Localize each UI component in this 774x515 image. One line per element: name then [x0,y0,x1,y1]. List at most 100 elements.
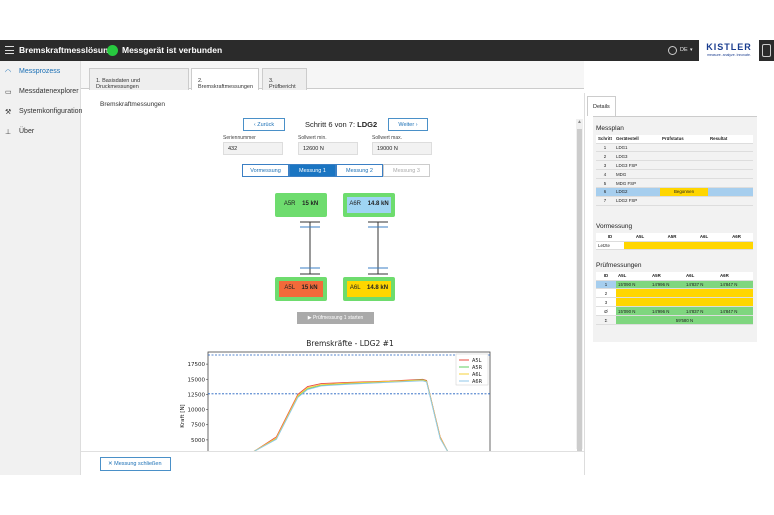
messplan-title: Messplan [596,125,624,132]
wrench-icon: ⚒ [5,109,12,116]
y-tick-label: 7500 [191,423,205,429]
legend-label: A5R [472,365,483,371]
field-label-seriennummer: Seriennummer [223,135,256,141]
step-indicator: Schritt 6 von 7: LDG2 [305,120,378,129]
col-schritt: Schritt [596,135,614,144]
section-title: Bremskraftmessungen [100,101,166,108]
connection-status-icon [107,45,118,56]
chart-title: Bremskräfte - LDG2 #1 [306,339,394,348]
legend-label: A5L [472,358,482,364]
table-row[interactable]: 4 MDG [596,169,753,180]
next-button[interactable]: Weiter › [388,118,428,131]
close-icon: ✕ [108,461,113,467]
globe-icon[interactable] [668,46,677,55]
scrollbar-thumb[interactable] [577,129,582,451]
tab-bremskraftmessungen[interactable]: 2. Bremskraftmessungen [191,68,259,90]
field-label-sollwert-min: Sollwert min. [298,135,327,141]
tab-pruefbericht[interactable]: 3. Prüfbericht [262,68,307,90]
y-tick-label: 15000 [188,377,206,383]
table-row: 2 [596,288,753,299]
sensor-a6l: A6L 14.8 kN [343,277,395,301]
chart-plot-area [207,351,491,451]
col-geraetestell: Gerätestell [614,135,660,144]
sensor-a6l-value: A6L 14.8 kN [347,281,391,297]
step-navigation: ‹ Zurück Schritt 6 von 7: LDG2 Weiter › [243,118,429,132]
tab-messung-1[interactable]: Messung 1 [289,164,336,177]
sensor-a5r: A5R 15 kN [275,193,327,217]
pruefmessungen-table: ID A5L A5R A6L A6R 1 15'090 N 14'996 N 14'8… [596,272,753,325]
y-tick-label: 17500 [188,362,206,368]
col-a5r: A5R [650,272,684,281]
sollwert-max-field[interactable]: 19000 N [372,142,432,155]
col-id: ID [596,233,624,242]
scroll-up-icon[interactable]: ▲ [577,119,582,125]
brake-force-chart: Bremskräfte - LDG2 #1 Kraft [N] 5000 7500… [180,339,491,451]
col-a6l: A6L [688,233,720,242]
y-tick-label: 5000 [191,438,205,444]
start-measurement-button[interactable]: ▶ Prüfmessung 1 starten [297,312,374,324]
sollwert-min-field[interactable]: 12600 N [298,142,358,155]
col-a5r: A5R [656,233,688,242]
table-row: Ø 15'090 N 14'996 N 14'837 N 14'847 N [596,306,753,317]
sidebar-item-messprozess[interactable]: ◠ Messprozess [0,62,81,82]
y-tick-label: 12500 [188,392,206,398]
sidebar-item-systemkonfiguration[interactable]: ⚒ Systemkonfiguration [0,102,82,122]
sensor-a5l: A5L 15 kN [275,277,327,301]
sensor-a5r-value: A5R 15 kN [279,197,323,213]
vormessung-table: ID A5L A5R A6L A6R Letzte [596,233,753,251]
table-row[interactable]: 5 MDG FSP [596,178,753,188]
y-tick-label: 10000 [188,408,206,414]
col-a6r: A6R [718,272,753,281]
tab-vormessung[interactable]: Vormessung [242,164,289,177]
legend-label: A6L [472,372,482,378]
col-a6l: A6L [684,272,718,281]
field-label-sollwert-max: Sollwert max. [372,135,403,141]
axle-diagram [300,221,388,275]
table-row: 1 15'090 N 14'996 N 14'837 N 14'847 N [596,280,753,290]
tab-basisdaten[interactable]: 1. Basisdaten und Druckmessungen [89,68,189,90]
info-icon: ⊥ [5,129,12,136]
seriennummer-field[interactable]: 432 [223,142,283,155]
connection-status-text: Messgerät ist verbunden [122,45,223,55]
main-scrollbar[interactable]: ▲ [576,119,583,451]
legend-label: A6R [472,379,483,385]
close-measurement-button[interactable]: ✕ Messung schließen [100,457,171,471]
sensor-a6r: A6R 14.8 kN [343,193,395,217]
col-a5l: A5L [624,233,656,242]
table-row: 3 [596,297,753,308]
sidebar: ◠ Messprozess ▭ Messdatenexplorer ⚒ Syst… [0,61,82,475]
menu-icon[interactable] [5,46,14,54]
back-button[interactable]: ‹ Zurück [243,118,285,131]
table-row: Letzte [596,241,753,251]
measurement-tabs: Vormessung Messung 1 Messung 2 Messung 3 [242,164,430,177]
table-row[interactable]: 2 LDG3 [596,151,753,162]
col-pruefstatus: Prüfstatus [660,135,708,144]
tab-messung-2[interactable]: Messung 2 [336,164,383,177]
table-row[interactable]: 1 LDG1 [596,143,753,153]
pruefmessungen-title: Prüfmessungen [596,262,642,269]
col-resultat: Resultat [708,135,753,144]
folder-icon: ▭ [5,89,12,96]
app-title: Bremskraftmesslösung [19,45,114,55]
sidebar-item-messdatenexplorer[interactable]: ▭ Messdatenexplorer [0,82,81,102]
table-row[interactable]: 6 LDG2 Begonnen [596,187,753,197]
messplan-table: Schritt Gerätestell Prüfstatus Resultat … [596,135,753,206]
col-id: ID [596,272,616,281]
top-bar: Bremskraftmesslösung Messgerät ist verbu… [0,40,774,61]
sidebar-item-ueber[interactable]: ⊥ Über [0,122,81,142]
table-row[interactable]: 3 LDG3 FSP [596,160,753,171]
vormessung-title: Vormessung [596,223,633,230]
tab-details[interactable]: Details [587,96,616,116]
chevron-down-icon[interactable]: ▾ [690,47,693,53]
user-icon[interactable] [762,44,771,57]
table-row: Σ 59'580 N [596,315,753,325]
col-a6r: A6R [720,233,753,242]
process-tabs: 1. Basisdaten und Druckmessungen 2. Brem… [81,61,584,90]
gauge-icon: ◠ [5,69,12,76]
language-select[interactable]: DE [680,47,688,53]
kistler-logo: KISTLER measure. analyze. innovate. [699,40,759,61]
table-row[interactable]: 7 LDG2 FSP [596,196,753,206]
col-a5l: A5L [616,272,650,281]
sensor-a6r-value: A6R 14.8 kN [347,197,391,213]
sensor-a5l-value: A5L 15 kN [279,281,323,297]
